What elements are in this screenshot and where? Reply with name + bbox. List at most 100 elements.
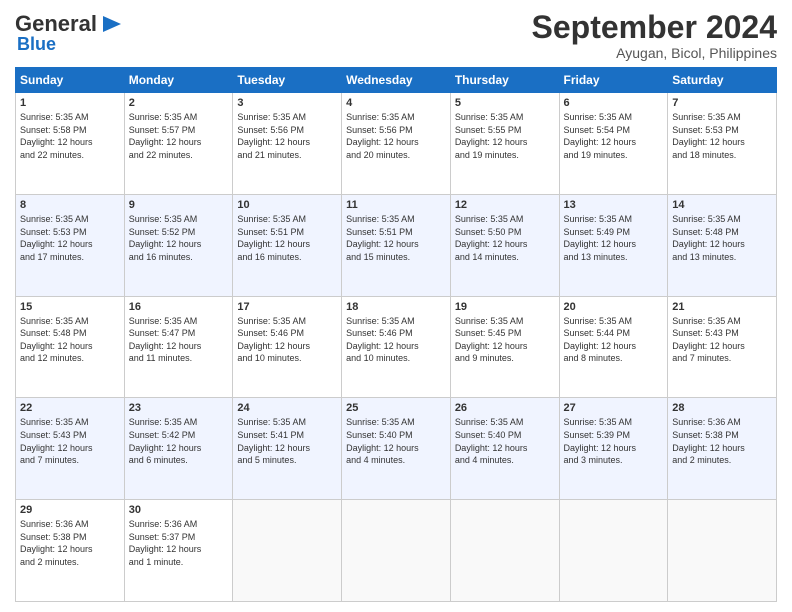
day-info: Sunrise: 5:35 AM Sunset: 5:40 PM Dayligh…	[455, 416, 555, 466]
table-row: 21 Sunrise: 5:35 AM Sunset: 5:43 PM Dayli…	[668, 296, 777, 398]
day-number: 6	[564, 97, 664, 109]
day-info: Sunrise: 5:36 AM Sunset: 5:38 PM Dayligh…	[672, 416, 772, 466]
col-tuesday: Tuesday	[233, 68, 342, 93]
col-sunday: Sunday	[16, 68, 125, 93]
table-row	[450, 500, 559, 602]
table-row	[559, 500, 668, 602]
day-info: Sunrise: 5:35 AM Sunset: 5:43 PM Dayligh…	[20, 416, 120, 466]
day-info: Sunrise: 5:35 AM Sunset: 5:43 PM Dayligh…	[672, 315, 772, 365]
month-title: September 2024	[532, 10, 777, 45]
day-info: Sunrise: 5:36 AM Sunset: 5:37 PM Dayligh…	[129, 518, 229, 568]
day-number: 29	[20, 504, 120, 516]
table-row: 22 Sunrise: 5:35 AM Sunset: 5:43 PM Dayli…	[16, 398, 125, 500]
day-info: Sunrise: 5:35 AM Sunset: 5:53 PM Dayligh…	[20, 213, 120, 263]
table-row: 20 Sunrise: 5:35 AM Sunset: 5:44 PM Dayli…	[559, 296, 668, 398]
logo: General Blue	[15, 10, 127, 55]
day-number: 5	[455, 97, 555, 109]
location: Ayugan, Bicol, Philippines	[532, 45, 777, 61]
table-row: 26 Sunrise: 5:35 AM Sunset: 5:40 PM Dayli…	[450, 398, 559, 500]
day-number: 10	[237, 199, 337, 211]
day-info: Sunrise: 5:36 AM Sunset: 5:38 PM Dayligh…	[20, 518, 120, 568]
table-row: 6 Sunrise: 5:35 AM Sunset: 5:54 PM Daylig…	[559, 93, 668, 195]
day-number: 15	[20, 301, 120, 313]
day-number: 7	[672, 97, 772, 109]
table-row: 12 Sunrise: 5:35 AM Sunset: 5:50 PM Dayli…	[450, 194, 559, 296]
day-info: Sunrise: 5:35 AM Sunset: 5:52 PM Dayligh…	[129, 213, 229, 263]
table-row: 17 Sunrise: 5:35 AM Sunset: 5:46 PM Dayli…	[233, 296, 342, 398]
table-row: 23 Sunrise: 5:35 AM Sunset: 5:42 PM Dayli…	[124, 398, 233, 500]
day-number: 17	[237, 301, 337, 313]
table-row: 25 Sunrise: 5:35 AM Sunset: 5:40 PM Dayli…	[342, 398, 451, 500]
day-number: 25	[346, 402, 446, 414]
day-info: Sunrise: 5:35 AM Sunset: 5:56 PM Dayligh…	[346, 111, 446, 161]
day-number: 27	[564, 402, 664, 414]
table-row: 7 Sunrise: 5:35 AM Sunset: 5:53 PM Daylig…	[668, 93, 777, 195]
day-info: Sunrise: 5:35 AM Sunset: 5:50 PM Dayligh…	[455, 213, 555, 263]
table-row: 16 Sunrise: 5:35 AM Sunset: 5:47 PM Dayli…	[124, 296, 233, 398]
table-row: 14 Sunrise: 5:35 AM Sunset: 5:48 PM Dayli…	[668, 194, 777, 296]
day-number: 14	[672, 199, 772, 211]
title-block: September 2024 Ayugan, Bicol, Philippine…	[532, 10, 777, 61]
day-number: 4	[346, 97, 446, 109]
col-saturday: Saturday	[668, 68, 777, 93]
day-info: Sunrise: 5:35 AM Sunset: 5:39 PM Dayligh…	[564, 416, 664, 466]
logo-icon	[99, 10, 127, 38]
col-thursday: Thursday	[450, 68, 559, 93]
day-number: 22	[20, 402, 120, 414]
day-info: Sunrise: 5:35 AM Sunset: 5:51 PM Dayligh…	[237, 213, 337, 263]
day-info: Sunrise: 5:35 AM Sunset: 5:46 PM Dayligh…	[346, 315, 446, 365]
day-number: 18	[346, 301, 446, 313]
day-info: Sunrise: 5:35 AM Sunset: 5:58 PM Dayligh…	[20, 111, 120, 161]
table-row	[233, 500, 342, 602]
day-number: 9	[129, 199, 229, 211]
day-info: Sunrise: 5:35 AM Sunset: 5:47 PM Dayligh…	[129, 315, 229, 365]
day-info: Sunrise: 5:35 AM Sunset: 5:54 PM Dayligh…	[564, 111, 664, 161]
day-info: Sunrise: 5:35 AM Sunset: 5:53 PM Dayligh…	[672, 111, 772, 161]
day-number: 21	[672, 301, 772, 313]
day-number: 30	[129, 504, 229, 516]
day-info: Sunrise: 5:35 AM Sunset: 5:41 PM Dayligh…	[237, 416, 337, 466]
calendar-page: General Blue September 2024 Ayugan, Bico…	[0, 0, 792, 612]
table-row: 28 Sunrise: 5:36 AM Sunset: 5:38 PM Dayli…	[668, 398, 777, 500]
table-row: 1Sunrise: 5:35 AM Sunset: 5:58 PM Daylig…	[16, 93, 125, 195]
day-info: Sunrise: 5:35 AM Sunset: 5:42 PM Dayligh…	[129, 416, 229, 466]
day-info: Sunrise: 5:35 AM Sunset: 5:57 PM Dayligh…	[129, 111, 229, 161]
header: General Blue September 2024 Ayugan, Bico…	[15, 10, 777, 61]
day-number: 26	[455, 402, 555, 414]
day-number: 24	[237, 402, 337, 414]
day-number: 3	[237, 97, 337, 109]
day-number: 23	[129, 402, 229, 414]
calendar-week-row: 8Sunrise: 5:35 AM Sunset: 5:53 PM Daylig…	[16, 194, 777, 296]
day-info: Sunrise: 5:35 AM Sunset: 5:44 PM Dayligh…	[564, 315, 664, 365]
day-info: Sunrise: 5:35 AM Sunset: 5:48 PM Dayligh…	[672, 213, 772, 263]
day-number: 16	[129, 301, 229, 313]
day-number: 20	[564, 301, 664, 313]
table-row: 27 Sunrise: 5:35 AM Sunset: 5:39 PM Dayli…	[559, 398, 668, 500]
calendar-week-row: 15 Sunrise: 5:35 AM Sunset: 5:48 PM Dayli…	[16, 296, 777, 398]
table-row	[668, 500, 777, 602]
table-row: 4 Sunrise: 5:35 AM Sunset: 5:56 PM Daylig…	[342, 93, 451, 195]
table-row: 18 Sunrise: 5:35 AM Sunset: 5:46 PM Dayli…	[342, 296, 451, 398]
day-number: 11	[346, 199, 446, 211]
day-info: Sunrise: 5:35 AM Sunset: 5:49 PM Dayligh…	[564, 213, 664, 263]
logo-blue-text: Blue	[17, 34, 56, 55]
day-info: Sunrise: 5:35 AM Sunset: 5:40 PM Dayligh…	[346, 416, 446, 466]
day-info: Sunrise: 5:35 AM Sunset: 5:45 PM Dayligh…	[455, 315, 555, 365]
table-row: 11 Sunrise: 5:35 AM Sunset: 5:51 PM Dayli…	[342, 194, 451, 296]
table-row: 13Sunrise: 5:35 AM Sunset: 5:49 PM Dayli…	[559, 194, 668, 296]
day-info: Sunrise: 5:35 AM Sunset: 5:46 PM Dayligh…	[237, 315, 337, 365]
day-info: Sunrise: 5:35 AM Sunset: 5:48 PM Dayligh…	[20, 315, 120, 365]
calendar-week-row: 22 Sunrise: 5:35 AM Sunset: 5:43 PM Dayli…	[16, 398, 777, 500]
day-number: 12	[455, 199, 555, 211]
table-row: 8Sunrise: 5:35 AM Sunset: 5:53 PM Daylig…	[16, 194, 125, 296]
table-row: 30 Sunrise: 5:36 AM Sunset: 5:37 PM Dayli…	[124, 500, 233, 602]
day-number: 28	[672, 402, 772, 414]
day-number: 2	[129, 97, 229, 109]
table-row: 24 Sunrise: 5:35 AM Sunset: 5:41 PM Dayli…	[233, 398, 342, 500]
day-number: 19	[455, 301, 555, 313]
day-info: Sunrise: 5:35 AM Sunset: 5:51 PM Dayligh…	[346, 213, 446, 263]
calendar-week-row: 1Sunrise: 5:35 AM Sunset: 5:58 PM Daylig…	[16, 93, 777, 195]
table-row: 9 Sunrise: 5:35 AM Sunset: 5:52 PM Daylig…	[124, 194, 233, 296]
calendar-table: Sunday Monday Tuesday Wednesday Thursday…	[15, 67, 777, 602]
calendar-week-row: 29 Sunrise: 5:36 AM Sunset: 5:38 PM Dayli…	[16, 500, 777, 602]
